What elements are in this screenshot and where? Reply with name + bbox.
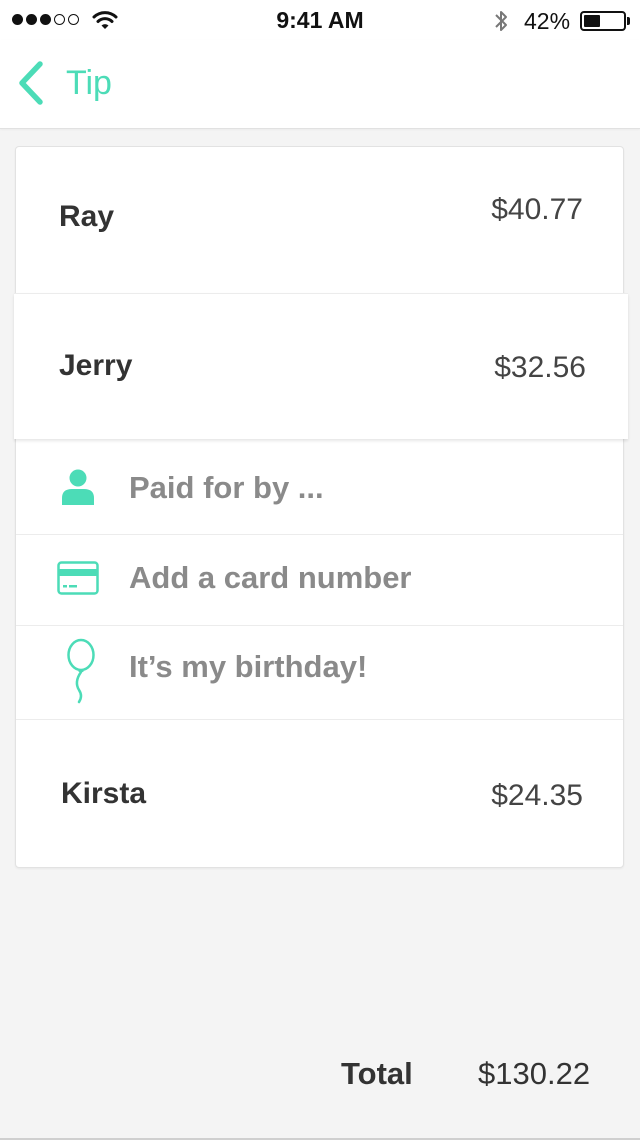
battery-icon xyxy=(580,11,626,31)
bluetooth-icon xyxy=(495,11,507,31)
add-card-label: Add a card number xyxy=(129,560,412,595)
paid-for-by-option[interactable]: Paid for by ... xyxy=(16,445,623,535)
balloon-icon xyxy=(67,638,95,704)
navigation-bar: Tip xyxy=(0,40,640,129)
paid-for-by-label: Paid for by ... xyxy=(129,470,324,505)
person-icon xyxy=(62,469,94,505)
status-bar: 9:41 AM 42% xyxy=(0,0,640,40)
back-button-label[interactable]: Tip xyxy=(66,64,112,103)
total-label: Total xyxy=(341,1056,413,1091)
person-amount: $32.56 xyxy=(494,351,586,384)
person-name: Jerry xyxy=(59,349,133,382)
total-amount: $130.22 xyxy=(478,1056,591,1091)
person-amount: $40.77 xyxy=(491,193,583,226)
person-row-ray[interactable]: Ray $40.77 xyxy=(16,147,623,293)
person-name: Ray xyxy=(59,200,115,233)
add-card-option[interactable]: Add a card number xyxy=(16,535,623,626)
split-list-card: Ray $40.77 Paid for by ... Add a card nu… xyxy=(15,146,624,868)
battery-percentage: 42% xyxy=(524,8,571,34)
battery-fill xyxy=(584,15,600,27)
person-name: Kirsta xyxy=(61,777,147,810)
person-amount: $24.35 xyxy=(491,779,583,812)
person-row-jerry[interactable]: Jerry $32.56 xyxy=(14,293,628,439)
birthday-option[interactable]: It’s my birthday! xyxy=(16,626,623,720)
person-row-kirsta[interactable]: Kirsta $24.35 xyxy=(16,720,623,867)
credit-card-icon xyxy=(57,561,99,595)
birthday-label: It’s my birthday! xyxy=(129,649,368,684)
battery-tip xyxy=(627,17,630,25)
chevron-left-icon[interactable] xyxy=(14,60,48,106)
